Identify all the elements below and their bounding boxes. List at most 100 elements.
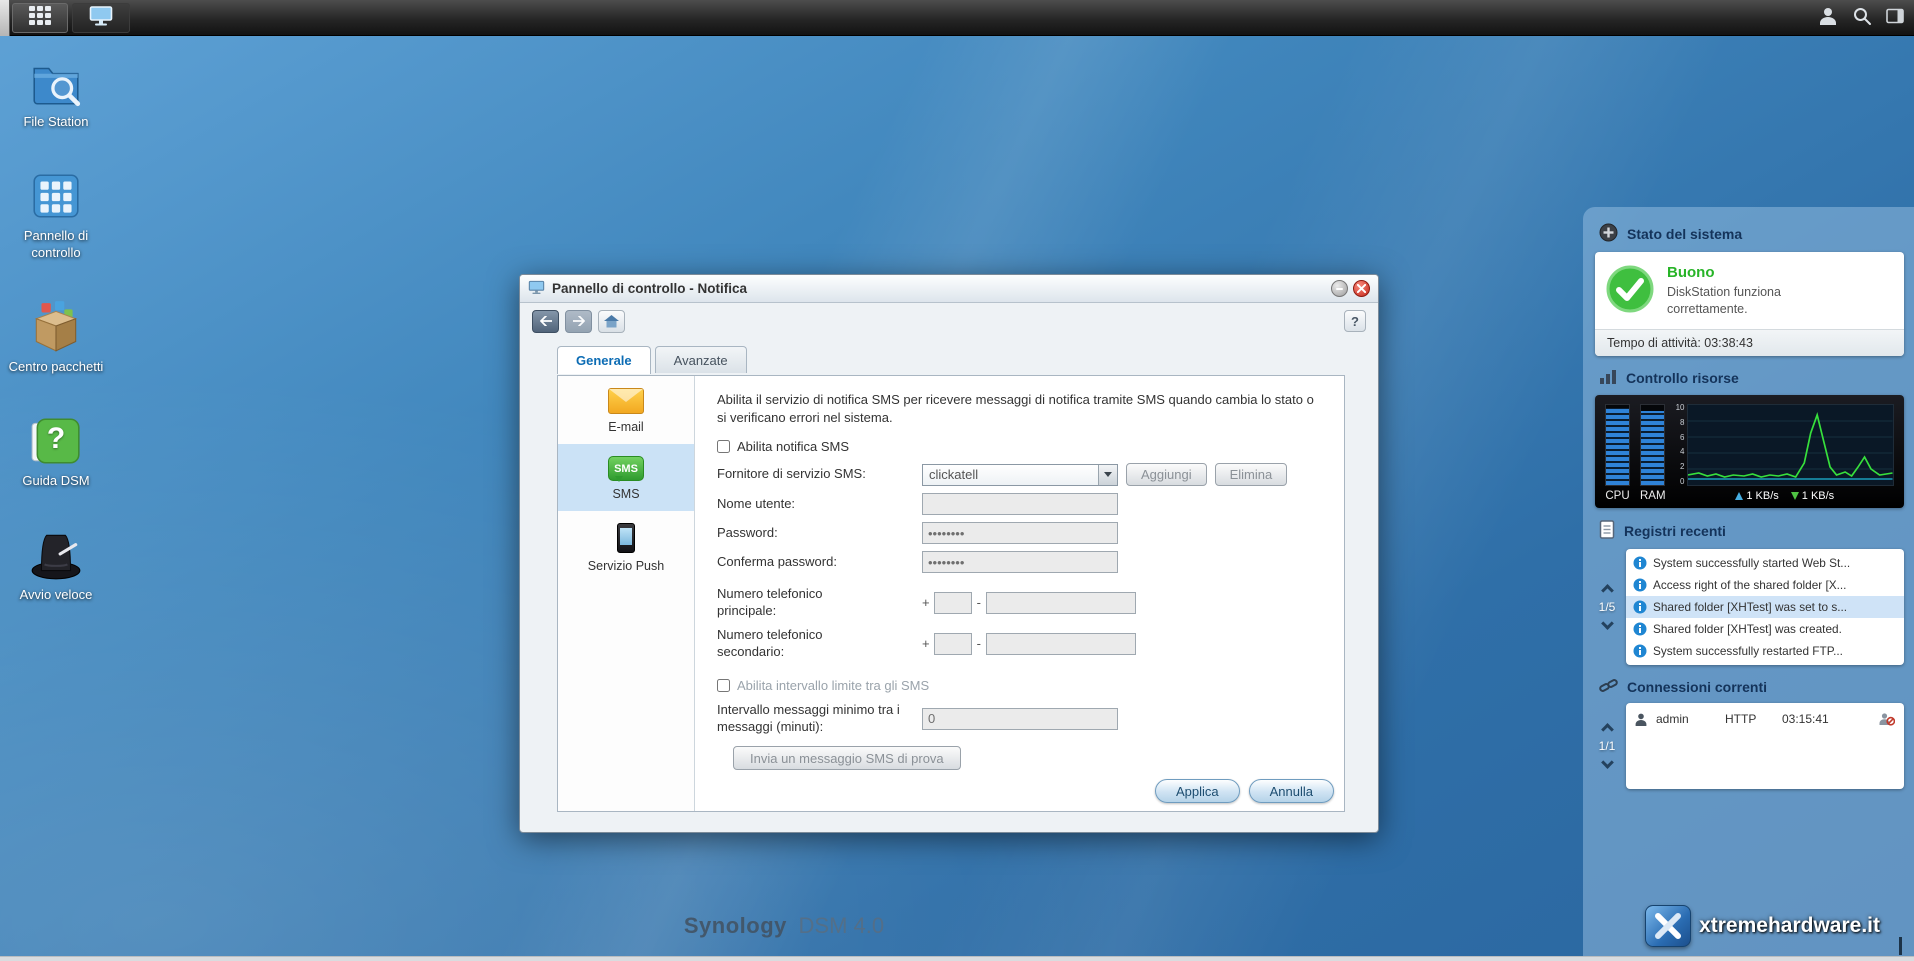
nav-label-sms: SMS bbox=[612, 487, 640, 501]
window-titlebar[interactable]: Pannello di controllo - Notifica bbox=[520, 275, 1378, 303]
email-icon bbox=[608, 388, 644, 414]
cpu-label: CPU bbox=[1605, 490, 1630, 502]
primary-phone-number-field[interactable] bbox=[985, 591, 1136, 614]
user-account-button[interactable] bbox=[1818, 6, 1838, 29]
widget-scroll-down-button[interactable] bbox=[1899, 937, 1902, 955]
bar-chart-icon bbox=[1599, 368, 1617, 388]
show-desktop-button[interactable] bbox=[72, 2, 130, 33]
kick-connection-icon[interactable] bbox=[1879, 712, 1895, 726]
nav-item-push[interactable]: Servizio Push bbox=[558, 511, 694, 583]
taskbar-handle[interactable] bbox=[0, 0, 10, 36]
delete-provider-button[interactable]: Elimina bbox=[1214, 463, 1288, 487]
log-text: System successfully started Web St... bbox=[1653, 556, 1851, 570]
logs-page-indicator: 1/5 bbox=[1598, 600, 1616, 614]
desktop-icon-quick-start[interactable]: Avvio veloce bbox=[8, 527, 104, 603]
desktop-icon-control-panel[interactable]: Pannello di controllo bbox=[8, 168, 104, 261]
log-row[interactable]: System successfully restarted FTP... bbox=[1626, 640, 1904, 662]
tab-avanzate[interactable]: Avanzate bbox=[654, 346, 747, 373]
home-icon bbox=[604, 314, 619, 327]
connection-row[interactable]: admin HTTP 03:15:41 bbox=[1626, 707, 1904, 731]
secondary-phone-label: Numero telefonico secondario: bbox=[717, 626, 823, 659]
nav-item-email[interactable]: E-mail bbox=[558, 376, 694, 444]
page-up-icon[interactable] bbox=[1600, 584, 1614, 597]
log-row[interactable]: Shared folder [XHTest] was set to s... bbox=[1626, 596, 1904, 618]
log-text: System successfully restarted FTP... bbox=[1653, 644, 1843, 658]
search-button[interactable] bbox=[1852, 6, 1872, 29]
resource-monitor-header: Controllo risorse bbox=[1595, 360, 1904, 395]
desktop-icon-package-center[interactable]: Centro pacchetti bbox=[8, 299, 104, 375]
provider-label: Fornitore di servizio SMS: bbox=[717, 466, 866, 482]
pilot-view-button[interactable] bbox=[1886, 8, 1904, 27]
desktop-icon-list: File Station Pannello di controllo Centr… bbox=[8, 54, 104, 642]
provider-select[interactable]: clickatell bbox=[922, 463, 1118, 486]
section-title: Controllo risorse bbox=[1626, 370, 1739, 386]
question-glyph: ? bbox=[46, 422, 66, 455]
nav-label-email: E-mail bbox=[608, 420, 644, 434]
minimize-button[interactable] bbox=[1331, 280, 1348, 297]
primary-phone-row: Numero telefonico principale: + - bbox=[717, 586, 1324, 620]
cpu-meter: CPU bbox=[1605, 404, 1630, 502]
panel-icon bbox=[1886, 8, 1904, 27]
forward-button[interactable] bbox=[565, 309, 592, 333]
secondary-phone-country-field[interactable] bbox=[933, 632, 972, 655]
main-menu-button[interactable] bbox=[12, 2, 68, 33]
phone-separator: - bbox=[976, 636, 981, 652]
tab-bar: Generale Avanzate bbox=[557, 346, 1378, 374]
home-button[interactable] bbox=[598, 309, 625, 333]
desktop-icon-file-station[interactable]: File Station bbox=[8, 54, 104, 130]
provider-row: Fornitore di servizio SMS: clickatell Ag… bbox=[717, 463, 1324, 487]
secondary-phone-number-field[interactable] bbox=[985, 632, 1136, 655]
link-icon bbox=[1599, 677, 1618, 696]
enable-sms-row: Abilita notifica SMS bbox=[717, 439, 1324, 454]
log-row[interactable]: System successfully started Web St... bbox=[1626, 552, 1904, 574]
log-row[interactable]: Shared folder [XHTest] was created. bbox=[1626, 618, 1904, 640]
cancel-button[interactable]: Annulla bbox=[1248, 779, 1334, 803]
bottom-edge-strip bbox=[0, 956, 1914, 961]
resource-monitor-card: CPU RAM 10 8 6 4 2 0 1 KB/s 1 KB/s bbox=[1595, 395, 1904, 508]
secondary-phone-row: Numero telefonico secondario: + - bbox=[717, 627, 1324, 661]
interval-limit-row: Abilita intervallo limite tra gli SMS bbox=[717, 678, 1324, 693]
page-down-icon[interactable] bbox=[1600, 756, 1614, 769]
primary-phone-country-field[interactable] bbox=[933, 591, 972, 614]
page-up-icon[interactable] bbox=[1600, 723, 1614, 736]
back-arrow-icon bbox=[539, 316, 552, 326]
dsm-help-icon: ? bbox=[28, 413, 84, 469]
dialog-content: E-mail SMS SMS Servizio Push Abilita il … bbox=[557, 375, 1345, 812]
info-icon bbox=[1633, 600, 1647, 614]
password-field[interactable] bbox=[922, 522, 1118, 545]
confirm-password-field[interactable] bbox=[922, 551, 1118, 574]
network-graph-plot bbox=[1687, 404, 1894, 486]
desktop-icon-label: File Station bbox=[23, 114, 89, 129]
ram-meter: RAM bbox=[1640, 404, 1666, 502]
desktop-icon-label: Guida DSM bbox=[22, 473, 90, 488]
desktop-monitor-icon bbox=[89, 5, 113, 30]
nav-item-sms[interactable]: SMS SMS bbox=[558, 444, 694, 511]
page-down-icon[interactable] bbox=[1600, 617, 1614, 630]
system-status-header: Stato del sistema bbox=[1595, 215, 1904, 252]
back-button[interactable] bbox=[532, 309, 559, 333]
log-row[interactable]: Access right of the shared folder [X... bbox=[1626, 574, 1904, 596]
apply-button[interactable]: Applica bbox=[1154, 779, 1240, 803]
brand-version: DSM 4.0 bbox=[798, 913, 885, 938]
enable-sms-checkbox[interactable] bbox=[717, 440, 730, 454]
interval-field[interactable] bbox=[922, 707, 1118, 730]
connections-header: Connessioni correnti bbox=[1595, 669, 1904, 703]
provider-value: clickatell bbox=[929, 467, 979, 483]
upload-arrow-icon bbox=[1735, 492, 1744, 500]
close-button[interactable] bbox=[1353, 280, 1370, 297]
window-title: Pannello di controllo - Notifica bbox=[552, 281, 748, 296]
log-text: Shared folder [XHTest] was created. bbox=[1653, 622, 1842, 636]
username-field[interactable] bbox=[922, 493, 1118, 516]
connection-time: 03:15:41 bbox=[1782, 712, 1829, 726]
logs-pager: 1/5 bbox=[1595, 549, 1619, 665]
site-watermark: xtremehardware.it bbox=[1645, 905, 1880, 947]
interval-limit-checkbox[interactable] bbox=[717, 678, 730, 692]
info-icon bbox=[1633, 644, 1647, 658]
desktop-icon-dsm-help[interactable]: ? Guida DSM bbox=[8, 413, 104, 489]
nav-label-push: Servizio Push bbox=[587, 559, 665, 573]
tab-generale[interactable]: Generale bbox=[557, 346, 651, 374]
sms-icon: SMS bbox=[608, 456, 644, 482]
add-provider-button[interactable]: Aggiungi bbox=[1126, 463, 1207, 487]
help-button[interactable]: ? bbox=[1344, 310, 1366, 332]
send-test-sms-button[interactable]: Invia un messaggio SMS di prova bbox=[733, 746, 961, 771]
